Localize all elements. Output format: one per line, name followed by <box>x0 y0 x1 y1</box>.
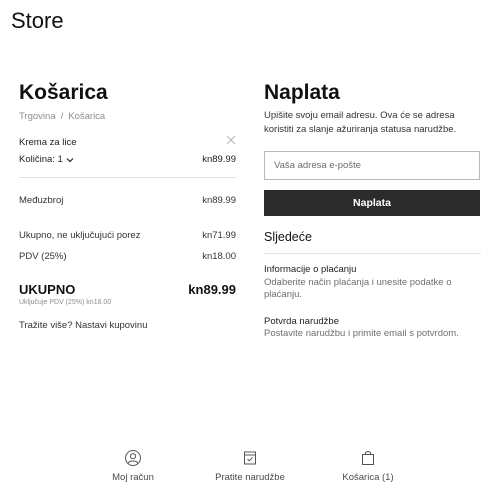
step-description: Postavite narudžbu i primite email s pot… <box>264 328 459 339</box>
cart-title: Košarica <box>19 81 108 104</box>
divider <box>19 177 236 178</box>
store-title: Store <box>11 8 64 33</box>
breadcrumb-separator: / <box>60 111 64 122</box>
bottom-nav: Moj račun Pratite narudžbe Košarica (1) <box>0 449 481 485</box>
breadcrumb-current: Košarica <box>68 111 106 122</box>
step-title: Informacije o plaćanju <box>264 264 357 275</box>
nav-label: Moj račun <box>112 472 154 483</box>
nav-label: Košarica (1) <box>342 472 394 483</box>
vat-row: PDV (25%) kn18.00 <box>19 251 236 262</box>
next-steps-heading: Sljedeće <box>264 230 312 244</box>
checkout-section: Naplata Upišite svoju email adresu. Ova … <box>264 81 481 341</box>
next-step-item: Informacije o plaćanju Odaberite način p… <box>264 264 481 302</box>
checkout-description: Upišite svoju email adresu. Ova će se ad… <box>264 110 457 135</box>
subtotal-label: Međuzbroj <box>19 195 64 206</box>
nav-my-account[interactable]: Moj račun <box>103 449 163 483</box>
vat-label: PDV (25%) <box>19 251 67 262</box>
cart-item-name[interactable]: Krema za lice <box>19 137 236 148</box>
chevron-down-icon <box>66 157 74 162</box>
cart-item-price: kn89.99 <box>202 154 236 165</box>
vat-included-note: Uključuje PDV (25%) kn18.00 <box>19 299 112 306</box>
net-total-row: Ukupno, ne uključujući porez kn71.99 <box>19 230 236 241</box>
step-description: Odaberite način plaćanja i unesite podat… <box>264 276 452 301</box>
net-total-value: kn71.99 <box>202 230 236 241</box>
email-field[interactable] <box>264 151 480 180</box>
total-value: kn89.99 <box>188 282 236 297</box>
net-total-label: Ukupno, ne uključujući porez <box>19 230 141 241</box>
divider <box>264 253 481 254</box>
total-row: UKUPNO kn89.99 <box>19 282 236 297</box>
continue-shopping-link[interactable]: Tražite više? Nastavi kupovinu <box>19 320 236 331</box>
nav-label: Pratite narudžbe <box>215 472 285 483</box>
quantity-label: Količina: 1 <box>19 154 63 165</box>
breadcrumb-home-link[interactable]: Trgovina <box>19 111 56 122</box>
subtotal-value: kn89.99 <box>202 195 236 206</box>
quantity-select[interactable]: Količina: 1 <box>19 154 74 165</box>
track-order-icon <box>244 451 256 465</box>
breadcrumb: Trgovina / Košarica <box>19 111 236 122</box>
total-label: UKUPNO <box>19 282 76 297</box>
nav-track-orders[interactable]: Pratite narudžbe <box>200 449 300 483</box>
subtotal-row: Međuzbroj kn89.99 <box>19 195 236 206</box>
cart-item: Krema za lice Količina: 1 kn89.99 <box>19 135 236 165</box>
checkout-title: Naplata <box>264 81 340 104</box>
shopping-bag-icon <box>362 451 374 465</box>
account-icon <box>125 450 141 466</box>
remove-item-icon[interactable] <box>226 135 236 145</box>
cart-section: Košarica Trgovina / Košarica Krema za lice… <box>19 81 236 331</box>
vat-value: kn18.00 <box>202 251 236 262</box>
nav-cart[interactable]: Košarica (1) <box>328 449 408 483</box>
next-step-item: Potvrda narudžbe Postavite narudžbu i pr… <box>264 316 481 341</box>
step-title: Potvrda narudžbe <box>264 315 339 327</box>
checkout-button[interactable]: Naplata <box>264 190 480 216</box>
